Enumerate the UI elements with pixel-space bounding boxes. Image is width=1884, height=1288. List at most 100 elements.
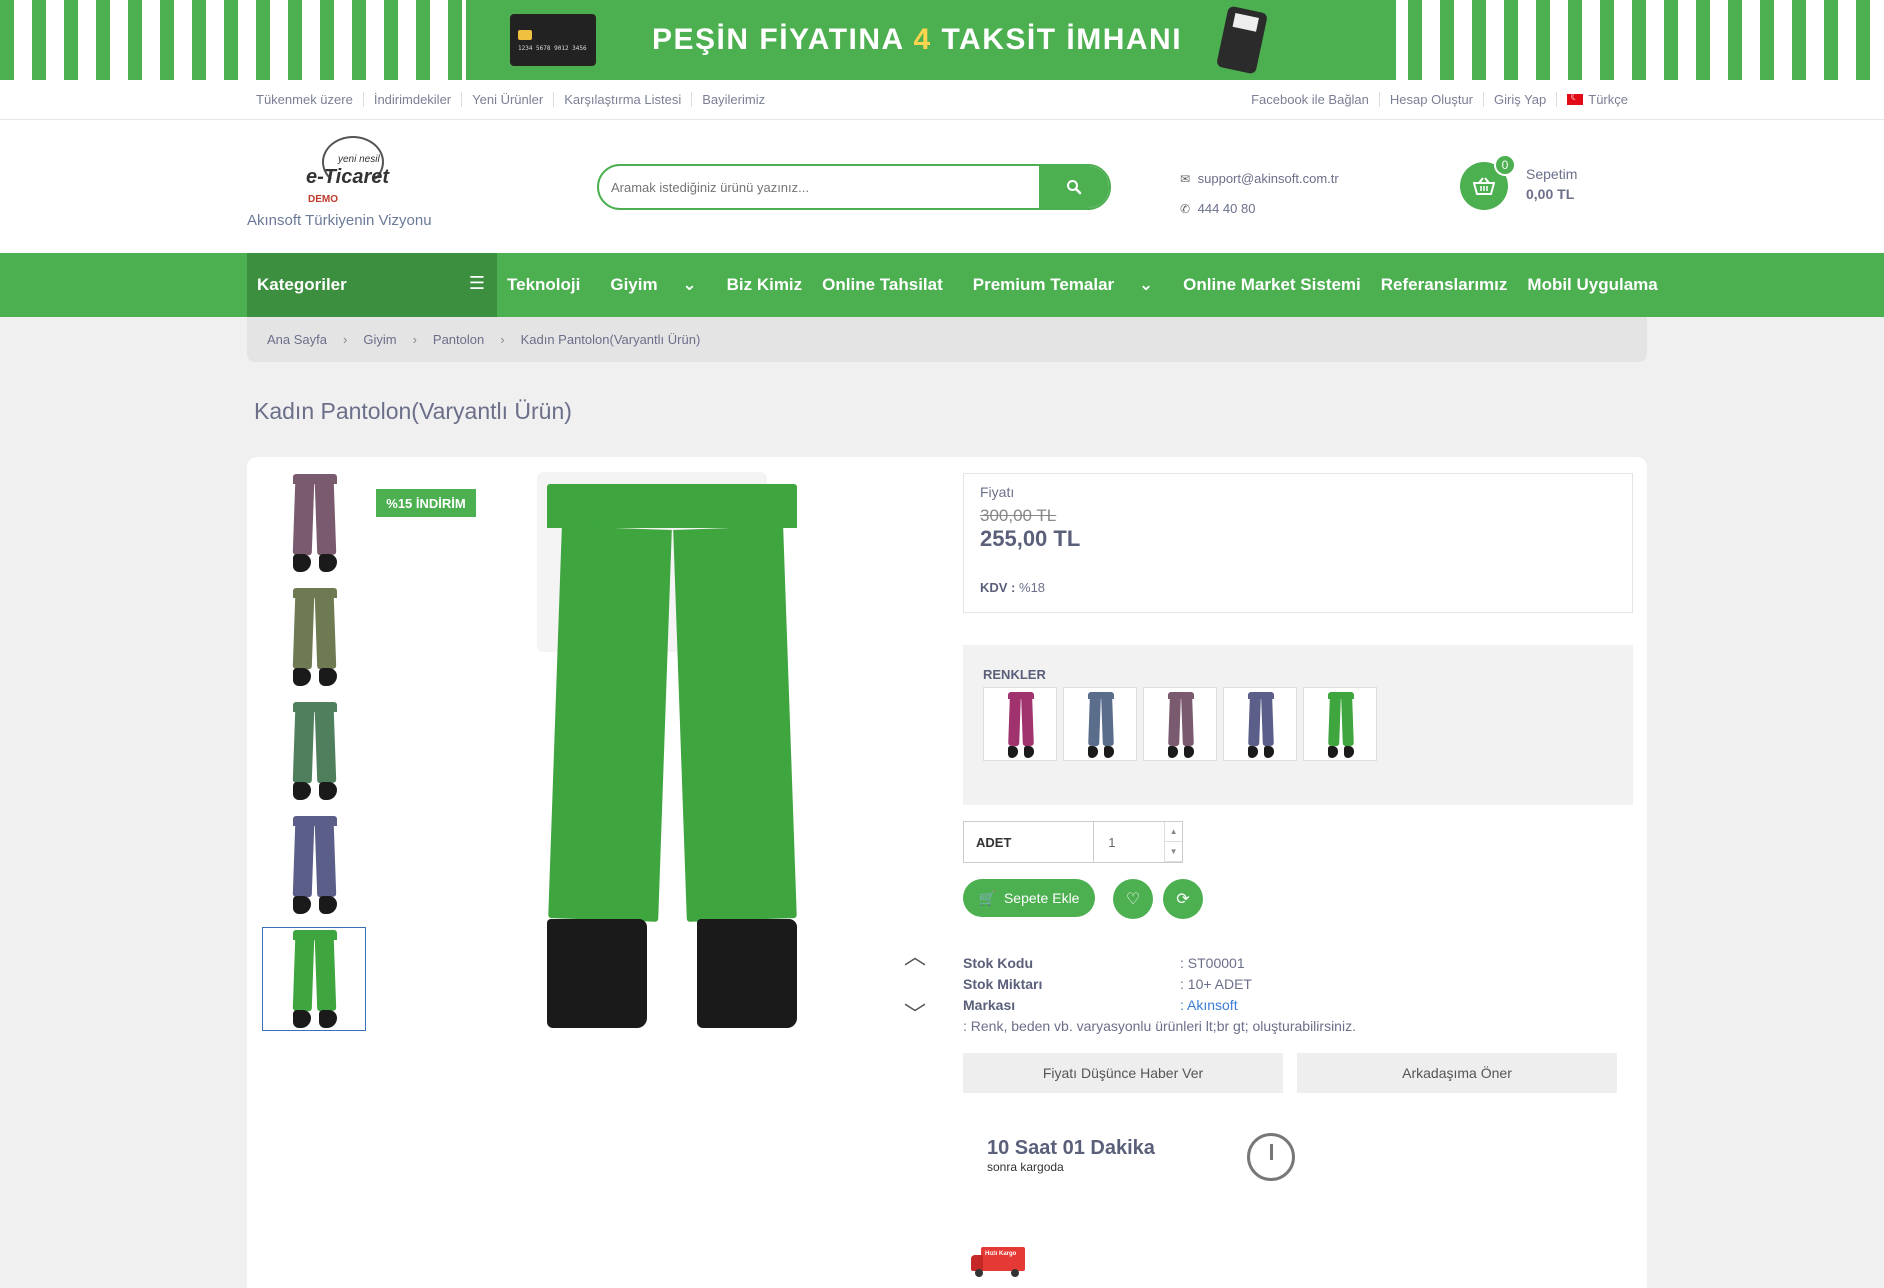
quantity-down-icon[interactable]: ▼: [1165, 842, 1182, 862]
product-thumbnail[interactable]: [262, 699, 366, 803]
quantity-up-icon[interactable]: ▲: [1165, 822, 1182, 842]
support-phone[interactable]: 444 40 80: [1198, 201, 1256, 216]
color-swatch[interactable]: [1143, 687, 1217, 761]
categories-label: Kategoriler: [257, 275, 347, 294]
search-icon: [1067, 180, 1082, 195]
boot: [293, 896, 311, 914]
banner-center: 1234 5678 9012 3456 PEŞİN FİYATINA 4 TAK…: [466, 0, 1396, 80]
truck-box: Hızlı Kargo: [981, 1247, 1025, 1271]
truck-wheel: [975, 1269, 983, 1277]
banner-text: PEŞİN FİYATINA 4 TAKSİT İMHANI: [652, 23, 1182, 57]
color-swatch[interactable]: [1303, 687, 1377, 761]
chevron-up-icon[interactable]: ︿: [901, 939, 929, 969]
nav-item-premium-temalar[interactable]: Premium Temalar ⌄: [953, 275, 1173, 295]
chevron-down-icon: ⌄: [1138, 275, 1154, 294]
color-swatch[interactable]: [1063, 687, 1137, 761]
swatch-pant-image: [1087, 692, 1115, 758]
boot: [319, 668, 337, 686]
cart-label: Sepetim: [1526, 166, 1578, 182]
categories-menu[interactable]: Kategoriler ☰: [247, 253, 497, 317]
boot: [293, 1010, 311, 1028]
favorite-button[interactable]: ♡: [1113, 879, 1153, 919]
nav-item-teknoloji[interactable]: Teknoloji: [497, 275, 590, 295]
compare-button[interactable]: ⟳: [1163, 879, 1203, 919]
boot: [1248, 746, 1259, 758]
product-thumbnail[interactable]: [262, 471, 366, 575]
color-options: RENKLER: [963, 645, 1633, 805]
pant-leg: [315, 481, 337, 555]
language-selector[interactable]: Türkçe: [1557, 90, 1638, 107]
boot: [293, 668, 311, 686]
cart-widget[interactable]: 0 Sepetim 0,00 TL: [1460, 154, 1620, 218]
site-logo[interactable]: yeni nesil e-Ticaret DEMO: [300, 134, 400, 205]
banner-text-after: TAKSİT İMHANI: [931, 23, 1183, 56]
swatch-pant-image: [1167, 692, 1195, 758]
stock-amount-value: : 10+ ADET: [1180, 976, 1252, 992]
brand-link[interactable]: : Akınsoft: [1180, 997, 1238, 1013]
breadcrumb-home[interactable]: Ana Sayfa: [267, 332, 327, 347]
product-thumbnail[interactable]: [262, 813, 366, 917]
login-link[interactable]: Giriş Yap: [1484, 92, 1558, 107]
breadcrumb: Ana Sayfa › Giyim › Pantolon › Kadın Pan…: [247, 317, 1647, 362]
pant-leg: [1247, 697, 1262, 747]
main-product-image[interactable]: [537, 472, 807, 1028]
boot: [1328, 746, 1339, 758]
nav-item-premium-label: Premium Temalar: [972, 275, 1115, 294]
link-running-out[interactable]: Tükenmek üzere: [246, 92, 364, 107]
product-description: : Renk, beden vb. varyasyonlu ürünleri l…: [963, 1018, 1356, 1034]
product-thumbnail[interactable]: [262, 585, 366, 689]
recommend-friend-button[interactable]: Arkadaşıma Öner: [1297, 1053, 1617, 1093]
boot: [1088, 746, 1099, 758]
chevron-down-icon[interactable]: ﹀: [901, 997, 929, 1027]
nav-item-biz-kimiz[interactable]: Biz Kimiz: [717, 275, 813, 295]
pant-leg: [1100, 697, 1115, 747]
nav-item-referanslar[interactable]: Referanslarımız: [1371, 275, 1518, 295]
price-alert-button[interactable]: Fiyatı Düşünce Haber Ver: [963, 1053, 1283, 1093]
boot: [1103, 746, 1114, 758]
breadcrumb-pantolon[interactable]: Pantolon: [433, 332, 484, 347]
turkey-flag-icon: [1567, 90, 1584, 105]
link-dealers[interactable]: Bayilerimiz: [692, 92, 775, 107]
breadcrumb-giyim[interactable]: Giyim: [363, 332, 396, 347]
promo-banner[interactable]: 1234 5678 9012 3456 PEŞİN FİYATINA 4 TAK…: [0, 0, 1884, 80]
pant-leg: [1340, 697, 1355, 747]
pant-leg: [315, 823, 337, 897]
pant-leg: [1167, 697, 1182, 747]
spec-label: Stok Miktarı: [963, 976, 1043, 992]
facebook-connect-link[interactable]: Facebook ile Bağlan: [1241, 92, 1380, 107]
old-price: 300,00 TL: [980, 506, 1057, 525]
nav-items: Teknoloji Giyim ⌄ Biz Kimiz Online Tahsi…: [497, 253, 1668, 317]
link-new-products[interactable]: Yeni Ürünler: [462, 92, 555, 107]
link-compare-list[interactable]: Karşılaştırma Listesi: [554, 92, 693, 107]
quantity-spinner: ▲ ▼: [1164, 822, 1182, 862]
color-swatch[interactable]: [1223, 687, 1297, 761]
product-thumbnail-selected[interactable]: [262, 927, 366, 1031]
site-header: yeni nesil e-Ticaret DEMO Akınsoft Türki…: [0, 120, 1884, 253]
support-email[interactable]: support@akinsoft.com.tr: [1198, 171, 1339, 186]
main-nav: Kategoriler ☰ Teknoloji Giyim ⌄ Biz Kimi…: [0, 253, 1884, 317]
pant-leg: [293, 595, 315, 669]
boot: [293, 782, 311, 800]
nav-item-giyim[interactable]: Giyim ⌄: [590, 275, 716, 295]
add-to-cart-button[interactable]: 🛒 Sepete Ekle: [963, 879, 1095, 917]
link-discounted[interactable]: İndirimdekiler: [364, 92, 463, 107]
nav-item-mobil-uygulama[interactable]: Mobil Uygulama: [1517, 275, 1667, 295]
search-input[interactable]: [611, 166, 1031, 208]
banner-text-number: 4: [913, 23, 932, 56]
boot: [293, 554, 311, 572]
language-label: Türkçe: [1588, 92, 1628, 107]
price-label: Fiyatı: [980, 484, 1015, 500]
page-title: Kadın Pantolon(Varyantlı Ürün): [254, 398, 572, 424]
kdv-value: %18: [1019, 580, 1046, 595]
pant-leg: [315, 709, 337, 783]
main-pant-shape: [547, 484, 797, 1028]
nav-item-online-tahsilat[interactable]: Online Tahsilat: [812, 275, 953, 295]
chevron-right-icon: ›: [343, 332, 348, 347]
quantity-input[interactable]: [1094, 822, 1165, 862]
color-swatch[interactable]: [983, 687, 1057, 761]
search-button[interactable]: [1039, 166, 1109, 208]
thumbnail-pant-image: [293, 816, 337, 914]
boot: [319, 896, 337, 914]
register-link[interactable]: Hesap Oluştur: [1380, 92, 1484, 107]
nav-item-online-market[interactable]: Online Market Sistemi: [1173, 275, 1371, 295]
